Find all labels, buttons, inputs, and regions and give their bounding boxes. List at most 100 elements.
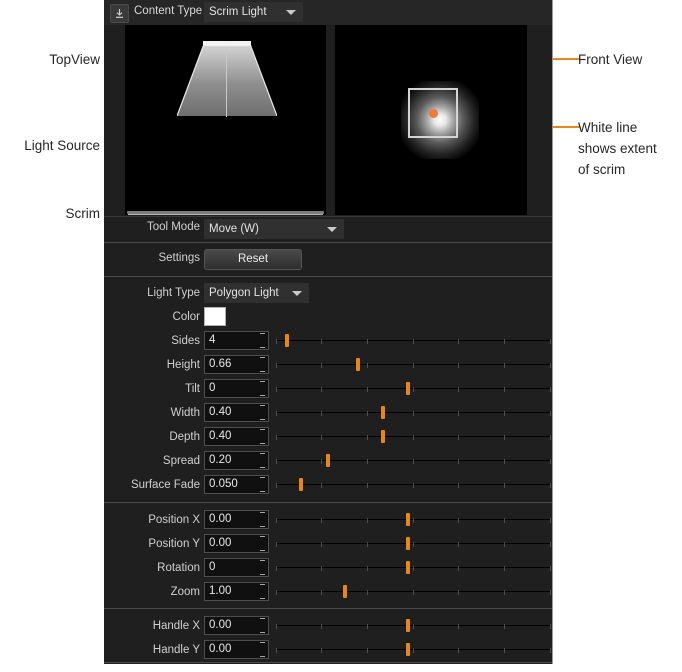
slider-tick xyxy=(504,339,506,344)
spinner-position-y[interactable] xyxy=(258,536,266,551)
spinner-down-icon[interactable] xyxy=(259,574,265,575)
spinner-spread[interactable] xyxy=(258,453,266,468)
spinner-down-icon[interactable] xyxy=(259,632,265,633)
spinner-zoom[interactable] xyxy=(258,584,266,599)
param-value-rotation: 0 xyxy=(209,561,216,573)
slider-handle-spread[interactable] xyxy=(326,454,331,467)
spinner-down-icon[interactable] xyxy=(259,491,265,492)
spinner-down-icon[interactable] xyxy=(259,443,265,444)
spinner-up-icon[interactable] xyxy=(259,453,265,454)
tool-mode-dropdown[interactable]: Move (W) xyxy=(204,219,344,239)
spinner-width[interactable] xyxy=(258,405,266,420)
param-slider-handle-y[interactable] xyxy=(276,640,551,659)
slider-handle-position-y[interactable] xyxy=(405,537,410,550)
param-row-rotation: Rotation 0 xyxy=(104,558,552,582)
spinner-down-icon[interactable] xyxy=(259,656,265,657)
param-label-height: Height xyxy=(166,359,200,371)
param-slider-surface-fade[interactable] xyxy=(276,475,551,494)
spinner-rotation[interactable] xyxy=(258,560,266,575)
param-input-width[interactable]: 0.40 xyxy=(204,403,269,422)
param-slider-depth[interactable] xyxy=(276,427,551,446)
param-slider-height[interactable] xyxy=(276,355,551,374)
spinner-up-icon[interactable] xyxy=(259,381,265,382)
param-slider-tilt[interactable] xyxy=(276,379,551,398)
color-swatch[interactable] xyxy=(204,307,226,326)
slider-handle-surface-fade[interactable] xyxy=(298,478,303,491)
slider-handle-depth[interactable] xyxy=(380,430,385,443)
slider-handle-position-x[interactable] xyxy=(405,513,410,526)
content-type-dropdown[interactable]: Scrim Light xyxy=(204,2,303,22)
slider-handle-height[interactable] xyxy=(356,358,361,371)
param-slider-width[interactable] xyxy=(276,403,551,422)
param-input-position-y[interactable]: 0.00 xyxy=(204,534,269,553)
slider-tick xyxy=(458,624,460,629)
spinner-up-icon[interactable] xyxy=(259,333,265,334)
spinner-surface-fade[interactable] xyxy=(258,477,266,492)
spinner-down-icon[interactable] xyxy=(259,419,265,420)
reset-button[interactable]: Reset xyxy=(204,249,302,270)
spinner-handle-y[interactable] xyxy=(258,642,266,657)
param-label-surface-fade: Surface Fade xyxy=(130,479,200,491)
param-input-position-x[interactable]: 0.00 xyxy=(204,510,269,529)
spinner-down-icon[interactable] xyxy=(259,371,265,372)
param-slider-rotation[interactable] xyxy=(276,558,551,577)
param-slider-spread[interactable] xyxy=(276,451,551,470)
param-input-tilt[interactable]: 0 xyxy=(204,379,269,398)
param-slider-position-x[interactable] xyxy=(276,510,551,529)
annotation-white-line: White line shows extent of scrim xyxy=(578,120,657,177)
spinner-up-icon[interactable] xyxy=(259,618,265,619)
param-input-rotation[interactable]: 0 xyxy=(204,558,269,577)
param-slider-handle-x[interactable] xyxy=(276,616,551,635)
param-input-surface-fade[interactable]: 0.050 xyxy=(204,475,269,494)
spinner-down-icon[interactable] xyxy=(259,598,265,599)
slider-handle-handle-y[interactable] xyxy=(405,643,410,656)
spinner-down-icon[interactable] xyxy=(259,526,265,527)
param-slider-position-y[interactable] xyxy=(276,534,551,553)
spinner-up-icon[interactable] xyxy=(259,560,265,561)
light-type-dropdown[interactable]: Polygon Light xyxy=(204,283,309,303)
spinner-down-icon[interactable] xyxy=(259,347,265,348)
spinner-up-icon[interactable] xyxy=(259,429,265,430)
param-input-spread[interactable]: 0.20 xyxy=(204,451,269,470)
param-input-handle-y[interactable]: 0.00 xyxy=(204,640,269,659)
spinner-handle-x[interactable] xyxy=(258,618,266,633)
spinner-position-x[interactable] xyxy=(258,512,266,527)
slider-handle-width[interactable] xyxy=(380,406,385,419)
slider-tick xyxy=(367,363,369,368)
topview-scrollbar[interactable] xyxy=(127,211,324,214)
spinner-depth[interactable] xyxy=(258,429,266,444)
spinner-up-icon[interactable] xyxy=(259,405,265,406)
spinner-tilt[interactable] xyxy=(258,381,266,396)
param-input-sides[interactable]: 4 xyxy=(204,331,269,350)
slider-handle-zoom[interactable] xyxy=(342,585,347,598)
param-label-handle-x: Handle X xyxy=(152,620,200,632)
spinner-sides[interactable] xyxy=(258,333,266,348)
spinner-up-icon[interactable] xyxy=(259,357,265,358)
param-input-height[interactable]: 0.66 xyxy=(204,355,269,374)
spinner-up-icon[interactable] xyxy=(259,512,265,513)
param-slider-zoom[interactable] xyxy=(276,582,551,601)
spinner-height[interactable] xyxy=(258,357,266,372)
spinner-up-icon[interactable] xyxy=(259,584,265,585)
param-input-zoom[interactable]: 1.00 xyxy=(204,582,269,601)
slider-handle-sides[interactable] xyxy=(284,334,289,347)
light-source-handle[interactable] xyxy=(429,109,438,118)
spinner-down-icon[interactable] xyxy=(259,395,265,396)
spinner-up-icon[interactable] xyxy=(259,536,265,537)
slider-tick xyxy=(550,339,551,344)
spinner-down-icon[interactable] xyxy=(259,550,265,551)
param-slider-sides[interactable] xyxy=(276,331,551,350)
slider-handle-handle-x[interactable] xyxy=(405,619,410,632)
param-input-handle-x[interactable]: 0.00 xyxy=(204,616,269,635)
spinner-down-icon[interactable] xyxy=(259,467,265,468)
import-icon[interactable] xyxy=(110,4,129,23)
slider-handle-rotation[interactable] xyxy=(405,561,410,574)
slider-tick xyxy=(458,648,460,653)
param-label-depth: Depth xyxy=(169,431,200,443)
spinner-up-icon[interactable] xyxy=(259,477,265,478)
spinner-up-icon[interactable] xyxy=(259,642,265,643)
frontview-viewport[interactable] xyxy=(335,25,527,215)
param-input-depth[interactable]: 0.40 xyxy=(204,427,269,446)
topview-viewport[interactable] xyxy=(125,25,326,215)
slider-handle-tilt[interactable] xyxy=(405,382,410,395)
